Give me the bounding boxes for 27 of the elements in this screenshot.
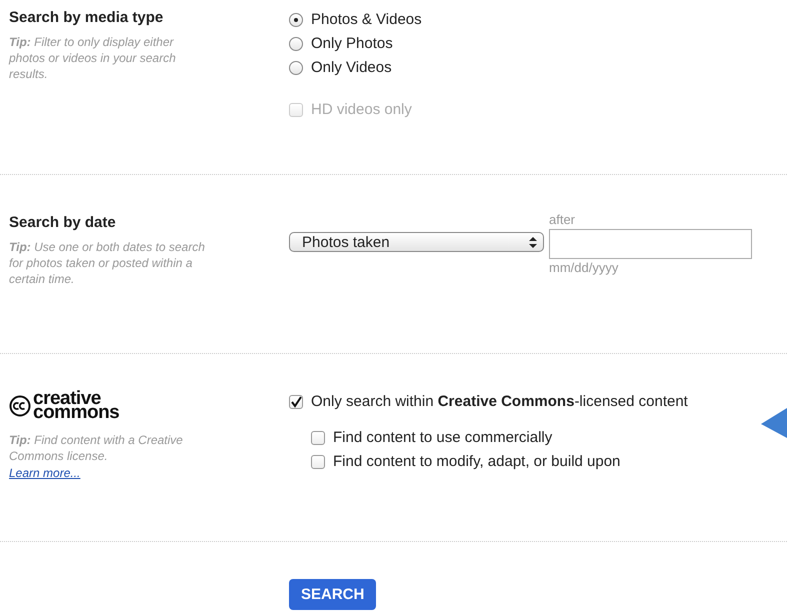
field-label: after: [549, 211, 576, 229]
date-field[interactable]: [549, 229, 752, 259]
checkbox[interactable]: [311, 455, 325, 469]
checkbox[interactable]: [311, 431, 325, 445]
dropdown-select[interactable]: Photos taken: [289, 232, 544, 252]
section-title: Search by media type: [9, 8, 164, 28]
logo-text: creative commons: [33, 392, 120, 420]
checkbox-option[interactable]: Find content to modify, adapt, or build upon: [311, 450, 688, 474]
radio-button[interactable]: [289, 61, 303, 75]
arrow-drawing: [761, 408, 787, 438]
tip-text: Tip: Filter to only display either photos or videos in your search results.: [9, 34, 177, 82]
checkbox[interactable]: [289, 395, 303, 409]
updown-icon: [529, 236, 537, 248]
tip-text: Tip: Use one or both dates to search for photos taken or posted within a certain time.: [9, 239, 206, 287]
tip-text: Tip: Find content with a Creative Commons license.: [9, 432, 184, 464]
learn-more-link[interactable]: Learn more...: [9, 466, 80, 480]
radio-option[interactable]: Photos & Videos: [289, 8, 422, 32]
search-button[interactable]: SEARCH: [289, 579, 376, 610]
checkbox-option[interactable]: Only search within Creative Commons-licensed content: [289, 390, 688, 414]
field-hint: mm/dd/yyyy: [549, 259, 620, 277]
section-title: Search by date: [9, 213, 117, 233]
checkbox-option[interactable]: Find content to use commercially: [311, 426, 688, 450]
radio-option[interactable]: Only Videos: [289, 56, 422, 80]
radio-button[interactable]: [289, 13, 303, 27]
radio-button[interactable]: [289, 37, 303, 51]
cc-icon: [9, 395, 31, 417]
radio-option[interactable]: Only Photos: [289, 32, 422, 56]
